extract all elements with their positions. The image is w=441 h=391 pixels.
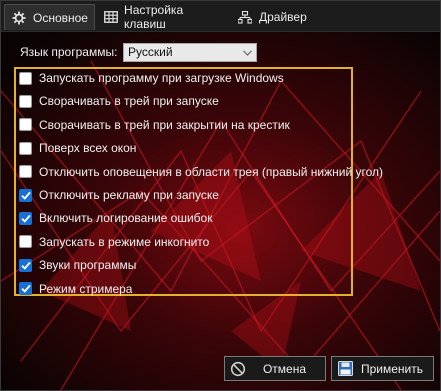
option-label: Сворачивать в трей при закрытии на крест… [39, 117, 290, 132]
tab-driver-label: Драйвер [259, 10, 307, 24]
settings-window: Основное Настройка клавиш Драйвер Язык п… [0, 0, 441, 391]
option-row[interactable]: Отключить рекламу при запуске [19, 186, 219, 204]
option-checkbox[interactable] [19, 118, 32, 132]
option-label: Сворачивать в трей при запуске [39, 94, 219, 109]
language-row: Язык программы: [20, 45, 124, 59]
tab-keys[interactable]: Настройка клавиш [96, 3, 229, 31]
option-checkbox[interactable] [19, 282, 32, 296]
option-checkbox[interactable] [19, 235, 32, 249]
option-checkbox[interactable] [19, 258, 32, 272]
apply-button-label: Применить [360, 361, 423, 376]
option-checkbox[interactable] [19, 211, 32, 225]
tab-keys-label: Настройка клавиш [124, 3, 184, 31]
tab-driver[interactable]: Драйвер [230, 4, 316, 30]
option-row[interactable]: Режим стримера [19, 280, 132, 298]
cancel-icon [228, 359, 248, 379]
cancel-button-label: Отмена [262, 361, 307, 376]
option-row[interactable]: Сворачивать в трей при запуске [19, 92, 219, 110]
option-row[interactable]: Сворачивать в трей при закрытии на крест… [19, 116, 290, 134]
option-label: Запускать программу при загрузке Windows [39, 71, 284, 85]
keyboard-grid-icon [103, 9, 118, 25]
language-select[interactable]: Русский [123, 43, 257, 62]
language-select-value: Русский [128, 45, 173, 59]
cancel-button[interactable]: Отмена [224, 356, 326, 381]
option-label: Отключить рекламу при запуске [39, 188, 219, 202]
option-checkbox[interactable] [19, 165, 32, 179]
tab-bar: Основное Настройка клавиш Драйвер [1, 1, 440, 32]
chevron-down-icon [241, 44, 253, 61]
apply-button[interactable]: Применить [331, 356, 434, 381]
tab-main-label: Основное [33, 10, 88, 25]
option-checkbox[interactable] [19, 188, 32, 202]
option-label: Поверх всех окон [39, 141, 137, 156]
save-icon [335, 359, 355, 379]
option-row[interactable]: Поверх всех окон [19, 139, 136, 157]
tab-main[interactable]: Основное [4, 4, 95, 30]
language-label: Язык программы: [20, 45, 118, 59]
gear-icon [11, 10, 27, 26]
option-label: Включить логирование ошибок [39, 211, 213, 226]
option-row[interactable]: Отключить оповещения в области трея (пра… [19, 163, 383, 181]
option-checkbox[interactable] [19, 71, 32, 85]
option-checkbox[interactable] [19, 141, 32, 155]
option-label: Звуки программы [39, 258, 137, 273]
option-row[interactable]: Запускать программу при загрузке Windows [19, 69, 284, 87]
option-row[interactable]: Звуки программы [19, 256, 136, 274]
option-checkbox[interactable] [19, 94, 32, 108]
option-row[interactable]: Включить логирование ошибок [19, 209, 212, 227]
option-label: Режим стримера [39, 281, 133, 296]
network-icon [237, 9, 253, 25]
option-row[interactable]: Запускать в режиме инкогнито [19, 233, 209, 251]
option-label: Отключить оповещения в области трея (пра… [39, 164, 384, 179]
option-label: Запускать в режиме инкогнито [39, 234, 210, 249]
